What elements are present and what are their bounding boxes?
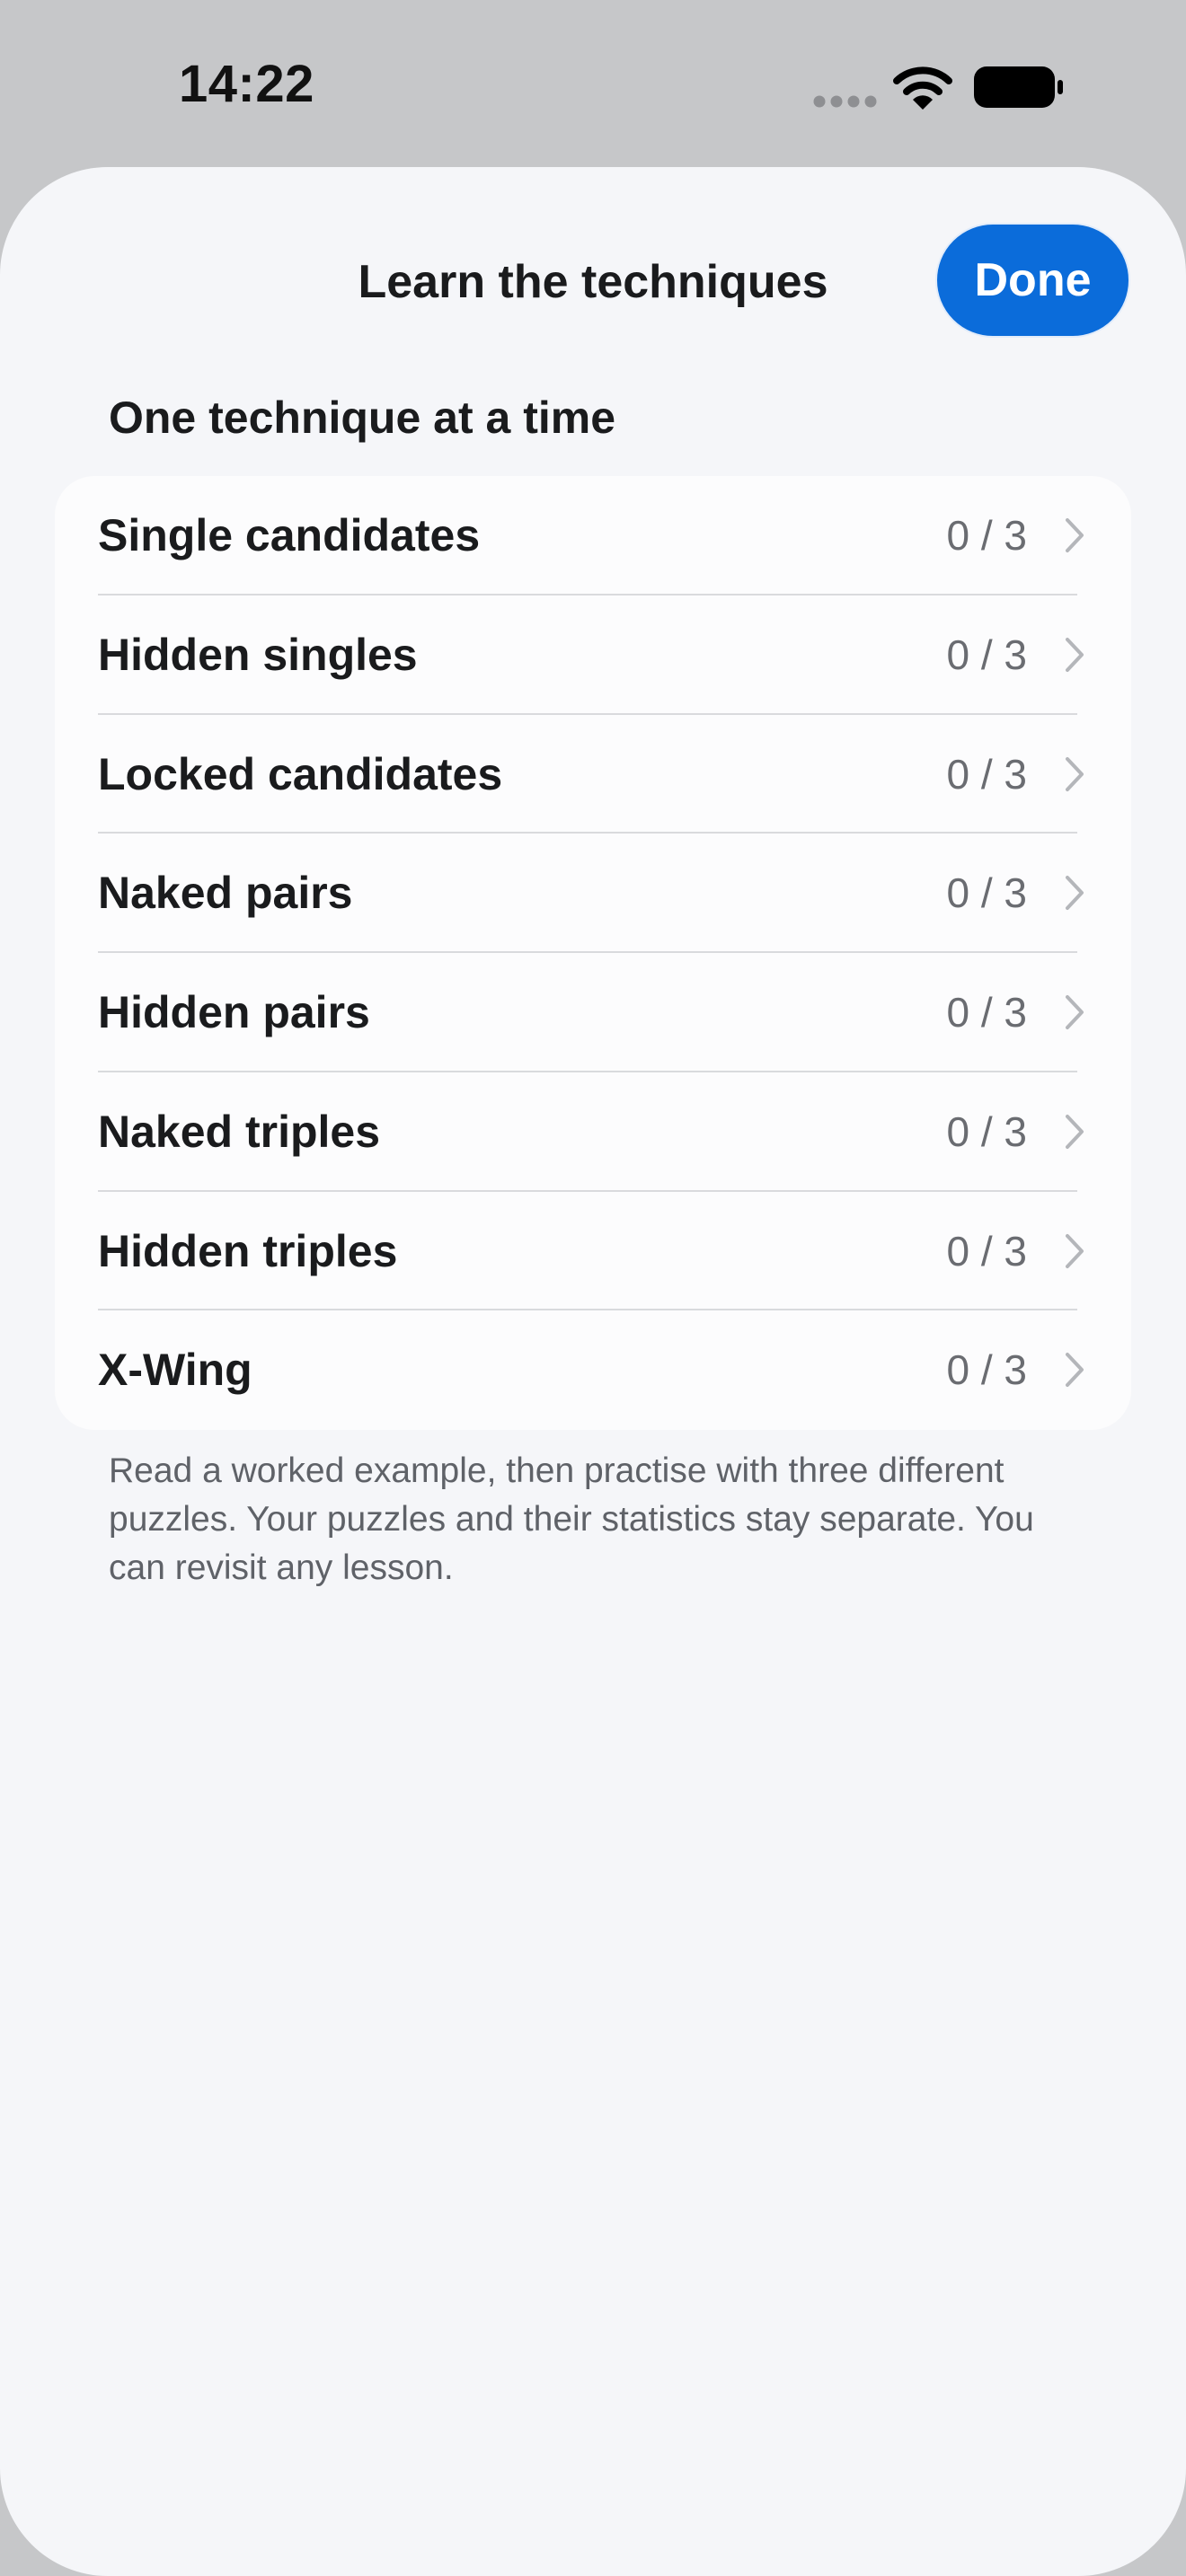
- technique-progress: 0 / 3: [946, 512, 1027, 559]
- technique-name: Locked candidates: [98, 748, 503, 799]
- technique-progress: 0 / 3: [946, 989, 1027, 1036]
- technique-progress: 0 / 3: [946, 631, 1027, 678]
- technique-name: Hidden triples: [98, 1225, 398, 1276]
- done-button[interactable]: Done: [935, 223, 1130, 338]
- technique-row-naked-pairs[interactable]: Naked pairs 0 / 3: [55, 834, 1131, 953]
- technique-row-hidden-singles[interactable]: Hidden singles 0 / 3: [55, 595, 1131, 715]
- technique-row-hidden-triples[interactable]: Hidden triples 0 / 3: [55, 1192, 1131, 1311]
- status-time: 14:22: [179, 55, 314, 113]
- technique-name: Naked triples: [98, 1106, 381, 1157]
- battery-icon: [974, 66, 1063, 108]
- chevron-right-icon: [1066, 518, 1084, 552]
- section-header: One technique at a time: [109, 393, 616, 443]
- chevron-right-icon: [1066, 637, 1084, 672]
- technique-name: Single candidates: [98, 510, 481, 560]
- chevron-right-icon: [1066, 876, 1084, 911]
- technique-progress: 0 / 3: [946, 1346, 1027, 1394]
- technique-progress: 0 / 3: [946, 869, 1027, 917]
- technique-row-hidden-pairs[interactable]: Hidden pairs 0 / 3: [55, 953, 1131, 1072]
- technique-row-x-wing[interactable]: X-Wing 0 / 3: [55, 1310, 1131, 1430]
- technique-row-naked-triples[interactable]: Naked triples 0 / 3: [55, 1072, 1131, 1192]
- chevron-right-icon: [1066, 1353, 1084, 1388]
- chevron-right-icon: [1066, 1114, 1084, 1149]
- technique-name: Hidden pairs: [98, 987, 370, 1037]
- section-footnote: Read a worked example, then practise wit…: [109, 1451, 1034, 1587]
- technique-name: Hidden singles: [98, 629, 418, 680]
- chevron-right-icon: [1066, 995, 1084, 1029]
- signal-dots-icon: [813, 95, 877, 108]
- status-bar: 14:22: [0, 0, 1186, 167]
- technique-name: X-Wing: [98, 1345, 252, 1396]
- technique-progress: 0 / 3: [946, 1227, 1027, 1275]
- technique-progress: 0 / 3: [946, 750, 1027, 798]
- techniques-sheet: Learn the techniques Done One technique …: [0, 167, 1186, 2576]
- chevron-right-icon: [1066, 756, 1084, 791]
- technique-row-locked-candidates[interactable]: Locked candidates 0 / 3: [55, 715, 1131, 834]
- wifi-icon: [893, 66, 952, 110]
- technique-progress: 0 / 3: [946, 1107, 1027, 1155]
- technique-name: Naked pairs: [98, 868, 353, 919]
- chevron-right-icon: [1066, 1233, 1084, 1268]
- technique-row-single-candidates[interactable]: Single candidates 0 / 3: [55, 476, 1131, 595]
- technique-list: Single candidates 0 / 3 Hidden singles 0…: [55, 476, 1131, 1430]
